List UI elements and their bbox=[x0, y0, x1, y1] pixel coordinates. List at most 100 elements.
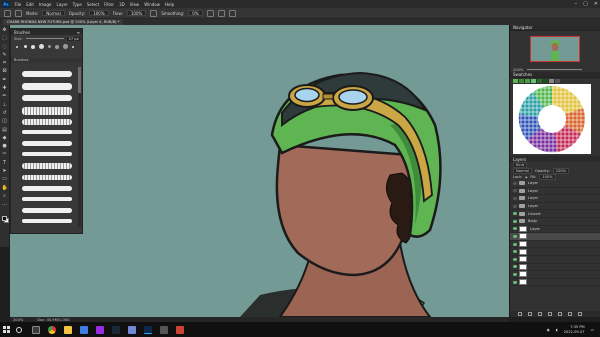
opacity-field[interactable]: 100% bbox=[89, 10, 109, 16]
new-group-icon[interactable] bbox=[558, 312, 562, 316]
status-zoom[interactable]: 200% bbox=[13, 318, 23, 322]
photoshop-taskbar-icon[interactable] bbox=[144, 325, 152, 334]
edge-icon[interactable] bbox=[80, 325, 88, 334]
visibility-eye-icon[interactable] bbox=[513, 196, 517, 200]
layer-style-icon[interactable] bbox=[528, 312, 532, 316]
quick-select-tool-icon[interactable]: ✎ bbox=[2, 52, 8, 58]
brush-tip[interactable] bbox=[46, 44, 52, 49]
visibility-eye-icon[interactable] bbox=[513, 204, 517, 208]
crop-tool-icon[interactable]: ⌗ bbox=[2, 61, 8, 66]
swatch[interactable] bbox=[537, 79, 542, 83]
visibility-eye-icon[interactable] bbox=[513, 181, 517, 185]
menu-window[interactable]: Window bbox=[142, 2, 163, 7]
brush-tool-icon[interactable] bbox=[4, 9, 11, 17]
gradient-tool-icon[interactable]: ▤ bbox=[2, 127, 8, 133]
menu-select[interactable]: Select bbox=[84, 2, 101, 7]
swatch[interactable] bbox=[513, 79, 518, 83]
visibility-eye-icon[interactable] bbox=[513, 212, 517, 216]
path-select-tool-icon[interactable]: ➤ bbox=[2, 169, 8, 174]
steam-icon[interactable] bbox=[112, 325, 120, 334]
brush-stroke-preview[interactable] bbox=[22, 119, 72, 125]
layer-group-row[interactable]: Layer bbox=[510, 188, 600, 196]
brush-stroke-preview[interactable] bbox=[22, 197, 72, 201]
swatch[interactable] bbox=[519, 79, 524, 83]
app-icon[interactable] bbox=[160, 325, 168, 334]
swatch[interactable] bbox=[525, 79, 530, 83]
visibility-eye-icon[interactable] bbox=[513, 227, 517, 231]
visibility-eye-icon[interactable] bbox=[513, 189, 517, 193]
swatch[interactable] bbox=[549, 79, 554, 83]
delete-layer-icon[interactable] bbox=[578, 312, 582, 316]
add-mask-icon[interactable] bbox=[538, 312, 542, 316]
flow-field[interactable]: 100% bbox=[126, 10, 147, 16]
zoom-tool-icon[interactable]: ⌕ bbox=[2, 193, 8, 199]
visibility-eye-icon[interactable] bbox=[513, 242, 517, 246]
taskbar-clock[interactable]: 7:35 PM 2022-09-07 bbox=[564, 325, 585, 334]
navigator-thumbnail[interactable] bbox=[530, 36, 580, 62]
layer-row[interactable] bbox=[510, 256, 600, 264]
brush-stroke-preview[interactable] bbox=[22, 208, 72, 213]
chrome-icon[interactable] bbox=[48, 325, 56, 334]
close-icon[interactable]: ✕ bbox=[594, 1, 598, 7]
menu-view[interactable]: View bbox=[127, 2, 142, 7]
minimize-icon[interactable]: – bbox=[575, 1, 578, 7]
move-tool-icon[interactable]: ✥ bbox=[2, 28, 8, 33]
discord-icon[interactable] bbox=[128, 325, 136, 334]
menu-help[interactable]: Help bbox=[162, 2, 176, 7]
menu-image[interactable]: Image bbox=[36, 2, 54, 7]
brush-tip[interactable] bbox=[70, 44, 76, 49]
layer-row[interactable] bbox=[510, 241, 600, 249]
brush-size-slider[interactable] bbox=[25, 38, 64, 39]
visibility-eye-icon[interactable] bbox=[513, 219, 517, 223]
brush-stroke-preview[interactable] bbox=[22, 219, 72, 223]
layer-group-row[interactable]: Layer bbox=[510, 203, 600, 211]
network-icon[interactable]: ◉ bbox=[547, 328, 550, 332]
menu-file[interactable]: File bbox=[12, 2, 24, 7]
visibility-eye-icon[interactable] bbox=[513, 234, 517, 238]
brush-stroke-preview[interactable] bbox=[22, 83, 72, 90]
app-icon[interactable] bbox=[96, 325, 104, 334]
brush-stroke-preview[interactable] bbox=[22, 186, 72, 191]
navigator-zoom-value[interactable]: 200% bbox=[513, 68, 523, 72]
maximize-icon[interactable]: ▢ bbox=[583, 1, 588, 7]
brush-stroke-preview[interactable] bbox=[22, 107, 72, 115]
dodge-tool-icon[interactable]: ● bbox=[2, 144, 8, 149]
menu-layer[interactable]: Layer bbox=[54, 2, 70, 7]
layer-group-row[interactable]: Layer bbox=[510, 195, 600, 203]
marquee-tool-icon[interactable]: ⬚ bbox=[2, 36, 8, 41]
healing-tool-icon[interactable]: ✚ bbox=[2, 86, 8, 91]
brush-stroke-preview[interactable] bbox=[22, 71, 72, 77]
blur-tool-icon[interactable]: ◆ bbox=[2, 135, 8, 141]
brush-tool-icon[interactable]: ✏ bbox=[2, 94, 8, 99]
brush-stroke-preview[interactable] bbox=[22, 95, 72, 101]
adjustment-layer-icon[interactable] bbox=[548, 312, 552, 316]
layer-row[interactable] bbox=[510, 263, 600, 272]
new-layer-icon[interactable] bbox=[568, 312, 572, 316]
settings-gear-icon[interactable] bbox=[206, 9, 214, 17]
volume-icon[interactable]: ◖ bbox=[556, 328, 558, 332]
symmetry-icon[interactable] bbox=[228, 9, 236, 17]
brush-tip[interactable] bbox=[22, 44, 28, 49]
brush-stroke-preview[interactable] bbox=[22, 163, 72, 169]
visibility-eye-icon[interactable] bbox=[513, 250, 517, 254]
task-view-icon[interactable] bbox=[32, 325, 40, 334]
layer-row[interactable] bbox=[510, 279, 600, 287]
type-tool-icon[interactable]: T bbox=[2, 160, 8, 166]
document-canvas[interactable] bbox=[10, 25, 509, 317]
visibility-eye-icon[interactable] bbox=[513, 280, 517, 284]
brush-preset-picker-icon[interactable] bbox=[15, 9, 22, 17]
brush-size-field[interactable]: 27 px bbox=[66, 36, 81, 41]
windows-start-icon[interactable] bbox=[0, 322, 12, 337]
panel-menu-icon[interactable]: ≡ bbox=[77, 30, 80, 35]
navigator-zoom-slider[interactable] bbox=[527, 69, 583, 70]
swatches-grid[interactable] bbox=[513, 84, 591, 154]
mode-select[interactable]: Normal bbox=[42, 10, 65, 16]
menu-type[interactable]: Type bbox=[70, 2, 84, 7]
navigator-preview[interactable] bbox=[510, 31, 600, 67]
eraser-tool-icon[interactable]: ◫ bbox=[2, 119, 8, 124]
layer-group-row[interactable]: Lineart bbox=[510, 210, 600, 218]
pressure-icon[interactable] bbox=[217, 9, 225, 17]
more-tools-icon[interactable]: … bbox=[2, 202, 8, 207]
pen-tool-icon[interactable]: ✑ bbox=[2, 152, 8, 157]
tab-layers[interactable]: Layers bbox=[513, 157, 526, 162]
